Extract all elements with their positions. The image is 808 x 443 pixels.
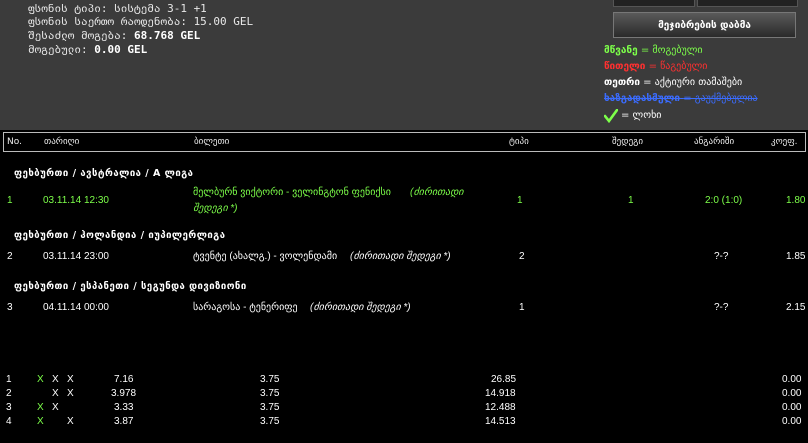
bet-summary-panel: ფსონის ტიპი: სისტემა 3-1 +1 ფსონის საერთ… [0, 0, 808, 130]
check-icon [604, 109, 618, 123]
possible-win-value: 68.768 GEL [133, 29, 201, 42]
col-coef: კოეფ. [771, 137, 798, 147]
col-no: No. [7, 137, 22, 147]
print-button[interactable]: მეჯიბრების დაბმა [613, 12, 796, 38]
col-result: შედეგი [612, 137, 644, 147]
legend-active: თეთრი = აქტიური თამაშები [604, 77, 743, 88]
group-header: ფეხბურთი / ჰოლანდია / იუპილერლიგა [14, 230, 226, 241]
legend-cancelled: ხაზგადასმული = გაუქმებულია [604, 93, 758, 104]
tab-stub-right[interactable] [697, 0, 798, 7]
possible-win-label: შესაძლო მოგება: [28, 29, 128, 42]
col-ticket: ბილეთი [194, 137, 230, 147]
possible-win-line: შესაძლო მოგება: 68.768 GEL [28, 29, 200, 42]
legend-won: მწვანე = მოგებული [604, 45, 703, 56]
group-header: ფეხბურთი / ავსტრალია / A ლიგა [14, 168, 194, 179]
bet-type-line: ფსონის ტიპი: სისტემა 3-1 +1 [28, 2, 207, 15]
group-header: ფეხბურთი / ესპანეთი / სეგუნდა დივიზიონი [14, 281, 247, 292]
won-value: 0.00 GEL [94, 43, 148, 56]
col-type: ტიპი [509, 137, 529, 147]
total-stake-line: ფსონის საერთო რაოდენობა: 15.00 GEL [28, 15, 254, 28]
table-header: No. თარიღი ბილეთი ტიპი შედეგი ანგარიში კ… [3, 132, 806, 152]
legend-check-label: = ლოხი [621, 110, 662, 121]
col-date: თარიღი [44, 137, 80, 147]
won-line: მოგებული: 0.00 GEL [28, 43, 147, 56]
col-score: ანგარიში [694, 137, 735, 147]
won-label: მოგებული: [28, 43, 88, 56]
tab-stub-left[interactable] [613, 0, 695, 7]
legend-lost: წითელი = წაგებული [604, 61, 708, 72]
